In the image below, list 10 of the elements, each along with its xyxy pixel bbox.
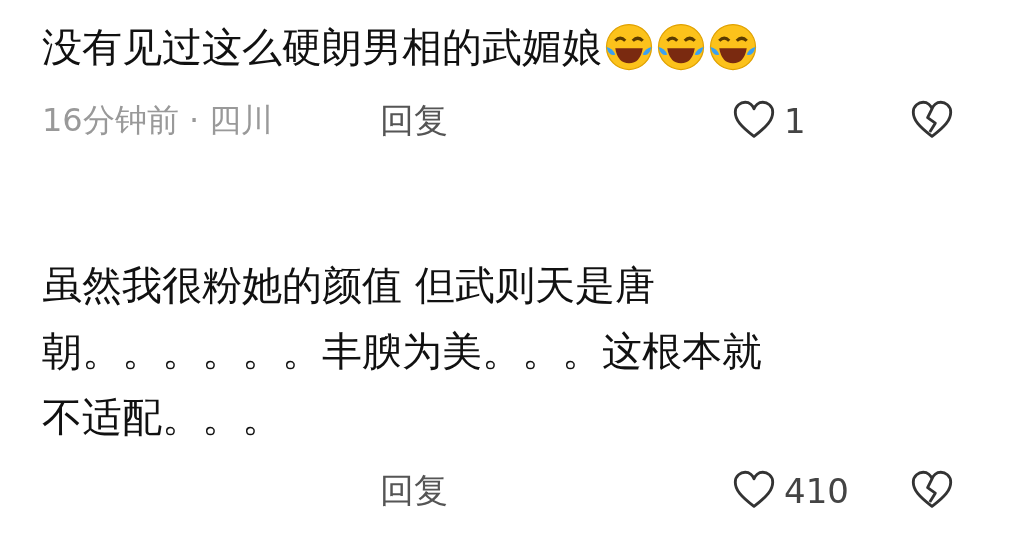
comment-text: 没有见过这么硬朗男相的武媚娘 — [42, 23, 602, 72]
comment-meta: 16分钟前 · 四川 — [42, 101, 274, 139]
reply-link[interactable]: 回复 — [380, 98, 448, 144]
comment-text: 虽然我很粉她的颜值 但武则天是唐 朝。。。。。。丰腴为美。。。这根本就 不适配。。。 — [42, 261, 762, 442]
laughing-emoji-icon — [656, 22, 706, 72]
laughing-emoji-icon — [708, 22, 758, 72]
like-count: 410 — [784, 471, 849, 511]
reply-link[interactable]: 回复 — [380, 468, 448, 514]
like-count: 1 — [784, 101, 806, 141]
laughing-emoji-icon — [604, 22, 654, 72]
